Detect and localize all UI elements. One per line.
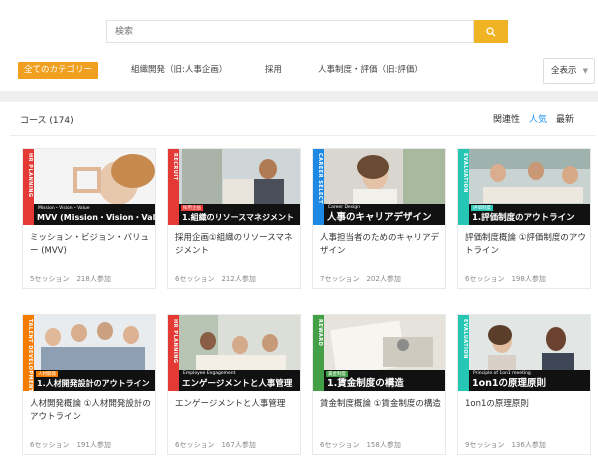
thumbnail-title: 1on1の原理原則 (472, 378, 547, 389)
thumbnail-caption: Principle of 1on1 meeting 1on1の原理原則 (469, 370, 590, 391)
course-card[interactable]: EVALUATION 評価制度 1.評価制度のアウトライン 評価制度概論 ①評価… (457, 148, 591, 289)
category-side-label: TALENT DEVELOPMENT (27, 319, 33, 391)
thumbnail-title: 1.組織のリソースマネジメント (182, 213, 294, 222)
thumbnail-title: MVV (Mission・Vision・Value) (37, 213, 155, 222)
thumbnail-caption: Employee Engagement エンゲージメントと人事管理 (179, 370, 300, 391)
category-side-label: REWARD (317, 319, 323, 347)
thumbnail-title: 1.人材開発設計のアウトライン (37, 379, 150, 388)
course-card[interactable]: HR PLANNING Mission・Vision・Value MVV (Mi… (22, 148, 156, 289)
course-card[interactable]: HR PLANNING Employee Engagement エンゲージメント… (167, 314, 301, 455)
thumbnail-caption: 採用企画 1.組織のリソースマネジメント (179, 204, 300, 225)
course-meta: 6セッション 158人参加 (320, 441, 401, 449)
course-thumbnail: REWARD 賃金制度 1.賃金制度の構造 (313, 315, 445, 391)
thumbnail-tag: Mission・Vision・Value (38, 206, 90, 211)
course-card[interactable]: CAREER SELECT Career Design 人事のキャリアデザイン … (312, 148, 446, 289)
course-thumbnail: RECRUIT 採用企画 1.組織のリソースマネジメント (168, 149, 300, 225)
thumbnail-caption: Career Design 人事のキャリアデザイン (324, 204, 445, 225)
search-button[interactable] (474, 20, 508, 43)
search-icon (486, 26, 496, 36)
course-thumbnail: CAREER SELECT Career Design 人事のキャリアデザイン (313, 149, 445, 225)
category-side-label: HR PLANNING (27, 153, 33, 198)
search-bar (106, 20, 508, 43)
course-title: 採用企画①組織のリソースマネジメント (175, 233, 293, 256)
thumbnail-title: 1.評価制度のアウトライン (472, 213, 575, 223)
thumbnail-title: エンゲージメントと人事管理 (182, 379, 293, 389)
sort-latest[interactable]: 最新 (556, 115, 574, 125)
thumbnail-caption: Mission・Vision・Value MVV (Mission・Vision… (34, 204, 155, 225)
course-meta: 6セッション 191人参加 (30, 441, 111, 449)
course-title: ミッション・ビジョン・バリュー (MVV) (30, 233, 150, 256)
category-bar: 全てのカテゴリー 組織開発（旧:人事企画） 採用 人事制度・評価（旧:評価） 全… (18, 56, 596, 84)
sort-options: 関連性 人気 最新 (493, 112, 583, 125)
chevron-down-icon: ▼ (582, 67, 588, 75)
course-thumbnail: EVALUATION 評価制度 1.評価制度のアウトライン (458, 149, 590, 225)
course-card[interactable]: EVALUATION Principle of 1on1 meeting 1on… (457, 314, 591, 455)
category-side-label: EVALUATION (462, 319, 468, 359)
category-side-label: HR PLANNING (172, 319, 178, 364)
sort-relevance[interactable]: 関連性 (493, 115, 520, 125)
course-title: 評価制度概論 ①評価制度のアウトライン (465, 233, 586, 256)
category-item-recruit[interactable]: 採用 (265, 62, 282, 79)
course-card[interactable]: TALENT DEVELOPMENT 人材開発 1.人材開発設計のアウトライン … (22, 314, 156, 455)
search-input[interactable] (106, 20, 474, 43)
course-title: 人事担当者のためのキャリアデザイン (320, 233, 440, 256)
course-count: コース (174) (20, 116, 74, 126)
course-meta: 6セッション 212人参加 (175, 275, 256, 283)
course-meta: 9セッション 136人参加 (465, 441, 546, 449)
section-divider (0, 91, 598, 102)
course-meta: 6セッション 198人参加 (465, 275, 546, 283)
thumbnail-tag: Employee Engagement (183, 371, 236, 376)
category-all-button[interactable]: 全てのカテゴリー (18, 62, 99, 79)
course-thumbnail: TALENT DEVELOPMENT 人材開発 1.人材開発設計のアウトライン (23, 315, 155, 391)
thumbnail-tag: 人材開発 (36, 371, 58, 377)
category-side-label: EVALUATION (462, 153, 468, 193)
category-item-hr-system[interactable]: 人事制度・評価（旧:評価） (318, 62, 423, 79)
course-meta: 7セッション 202人参加 (320, 275, 401, 283)
course-meta: 6セッション 167人参加 (175, 441, 256, 449)
course-title: 1on1の原理原則 (465, 399, 529, 409)
thumbnail-title: 1.賃金制度の構造 (327, 378, 404, 389)
course-title: エンゲージメントと人事管理 (175, 399, 286, 409)
category-side-label: CAREER SELECT (317, 153, 323, 205)
course-title: 賃金制度概論 ①賃金制度の構造 (320, 399, 441, 409)
category-item-org-development[interactable]: 組織開発（旧:人事企画） (131, 62, 227, 79)
course-card[interactable]: RECRUIT 採用企画 1.組織のリソースマネジメント 採用企画①組織のリソー… (167, 148, 301, 289)
course-title: 人材開発概論 ①人材開発設計のアウトライン (30, 399, 151, 422)
thumbnail-caption: 評価制度 1.評価制度のアウトライン (469, 204, 590, 225)
course-meta: 5セッション 218人参加 (30, 275, 111, 283)
show-all-dropdown[interactable]: 全表示 ▼ (543, 58, 595, 84)
course-thumbnail: HR PLANNING Mission・Vision・Value MVV (Mi… (23, 149, 155, 225)
thumbnail-tag: 採用企画 (181, 205, 203, 211)
course-thumbnail: HR PLANNING Employee Engagement エンゲージメント… (168, 315, 300, 391)
sort-popular[interactable]: 人気 (529, 115, 547, 125)
divider (10, 135, 595, 136)
course-card[interactable]: REWARD 賃金制度 1.賃金制度の構造 賃金制度概論 ①賃金制度の構造 6セ… (312, 314, 446, 455)
thumbnail-caption: 人材開発 1.人材開発設計のアウトライン (34, 370, 155, 391)
thumbnail-caption: 賃金制度 1.賃金制度の構造 (324, 370, 445, 391)
course-thumbnail: EVALUATION Principle of 1on1 meeting 1on… (458, 315, 590, 391)
thumbnail-title: 人事のキャリアデザイン (327, 212, 432, 223)
category-side-label: RECRUIT (172, 153, 178, 181)
show-all-label: 全表示 (551, 66, 577, 76)
